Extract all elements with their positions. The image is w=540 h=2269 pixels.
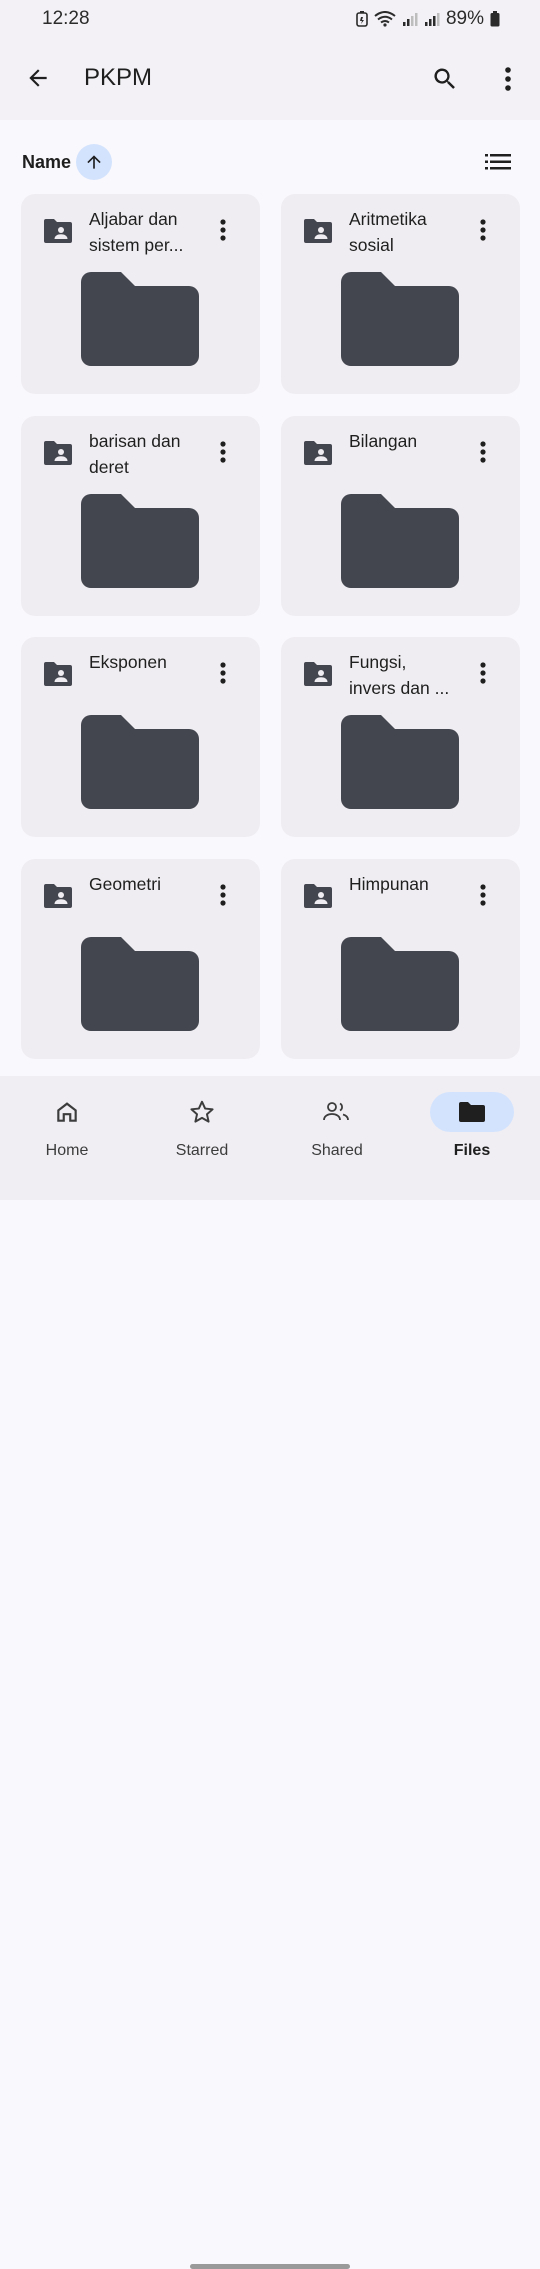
nav-home-label: Home bbox=[45, 1142, 89, 1159]
folder-name: Aritmetika sosial bbox=[349, 209, 427, 255]
gesture-handle bbox=[190, 2264, 350, 2269]
folder-name: Fungsi, invers dan ... bbox=[349, 652, 450, 698]
folder-thumbnail-icon bbox=[341, 272, 459, 366]
folder-thumbnail-icon bbox=[81, 715, 199, 809]
shared-folder-icon bbox=[44, 219, 72, 243]
arrow-up-icon bbox=[87, 155, 101, 169]
arrow-back-icon bbox=[29, 69, 47, 87]
star-icon bbox=[190, 1100, 214, 1123]
more-vert-icon bbox=[220, 219, 226, 241]
shared-folder-icon bbox=[304, 662, 332, 686]
more-vert-icon bbox=[220, 883, 226, 906]
shared-folder-icon bbox=[304, 219, 332, 243]
nav-files[interactable]: Files bbox=[412, 1092, 532, 1172]
folder-card[interactable]: Himpunan bbox=[281, 858, 520, 1059]
folder-card[interactable]: barisan dan deret bbox=[21, 415, 260, 616]
folder-thumbnail-icon bbox=[341, 936, 459, 1031]
back-button[interactable] bbox=[18, 58, 58, 98]
more-vert-icon bbox=[220, 440, 226, 463]
shared-folder-icon bbox=[304, 883, 332, 908]
more-options-button[interactable] bbox=[488, 58, 528, 100]
folder-more-button[interactable] bbox=[211, 659, 235, 687]
folder-name: Bilangan bbox=[349, 430, 418, 451]
folder-name: Aljabar dan sistem per... bbox=[89, 209, 184, 255]
nav-shared-label: Shared bbox=[311, 1142, 363, 1159]
shared-folder-icon bbox=[44, 883, 72, 908]
nav-starred[interactable]: Starred bbox=[142, 1092, 262, 1172]
search-button[interactable] bbox=[424, 58, 466, 100]
battery-saver-icon bbox=[356, 11, 368, 27]
folder-card[interactable]: Aritmetika sosial bbox=[281, 194, 520, 394]
sort-direction-button[interactable] bbox=[76, 144, 112, 180]
nav-starred-label: Starred bbox=[175, 1142, 229, 1159]
folder-thumbnail-icon bbox=[81, 272, 199, 366]
list-view-icon bbox=[485, 154, 511, 170]
folder-more-button[interactable] bbox=[211, 881, 235, 909]
status-bar: 12:28 89% bbox=[0, 0, 540, 40]
more-vert-icon bbox=[480, 219, 486, 241]
signal-icon-2 bbox=[424, 11, 440, 27]
folder-more-button[interactable] bbox=[471, 659, 495, 687]
sort-by-name-button[interactable]: Name bbox=[22, 152, 71, 173]
folder-thumbnail-icon bbox=[81, 936, 199, 1031]
people-icon bbox=[323, 1102, 349, 1121]
signal-icon-1 bbox=[402, 11, 418, 27]
folder-card[interactable]: Aljabar dan sistem per... bbox=[21, 194, 260, 394]
folder-more-button[interactable] bbox=[471, 881, 495, 909]
shared-folder-icon bbox=[44, 440, 72, 465]
folder-card[interactable]: Eksponen bbox=[21, 637, 260, 837]
folder-more-button[interactable] bbox=[211, 216, 235, 244]
bottom-navigation: Home Starred Shared Files bbox=[0, 1076, 540, 2269]
folder-more-button[interactable] bbox=[471, 438, 495, 466]
folder-card[interactable]: Bilangan bbox=[281, 415, 520, 616]
folder-icon bbox=[459, 1102, 485, 1122]
nav-shared[interactable]: Shared bbox=[277, 1092, 397, 1172]
shared-folder-icon bbox=[44, 662, 72, 686]
wifi-icon bbox=[374, 11, 396, 27]
list-view-button[interactable] bbox=[480, 144, 516, 180]
folder-card[interactable]: Geometri bbox=[21, 858, 260, 1059]
folder-card[interactable]: Fungsi, invers dan ... bbox=[281, 637, 520, 837]
status-time: 12:28 bbox=[42, 8, 90, 29]
top-app-bar: PKPM bbox=[0, 40, 540, 120]
status-icons: 89% bbox=[356, 8, 500, 30]
more-vert-icon bbox=[220, 662, 226, 684]
folder-name: Geometri bbox=[89, 873, 161, 894]
nav-home[interactable]: Home bbox=[7, 1092, 127, 1172]
more-vert-icon bbox=[505, 67, 511, 91]
folder-thumbnail-icon bbox=[341, 493, 459, 588]
more-vert-icon bbox=[480, 440, 486, 463]
nav-files-label: Files bbox=[453, 1142, 491, 1159]
folder-more-button[interactable] bbox=[471, 216, 495, 244]
page-title: PKPM bbox=[84, 64, 153, 91]
home-icon bbox=[57, 1102, 77, 1122]
shared-folder-icon bbox=[304, 440, 332, 465]
more-vert-icon bbox=[480, 883, 486, 906]
folder-more-button[interactable] bbox=[211, 438, 235, 466]
nav-files-active-pill bbox=[430, 1092, 514, 1132]
battery-icon bbox=[490, 11, 500, 27]
search-icon bbox=[434, 68, 455, 89]
folder-thumbnail-icon bbox=[81, 493, 199, 588]
folder-name: Eksponen bbox=[89, 652, 167, 672]
more-vert-icon bbox=[480, 662, 486, 684]
battery-percent: 89% bbox=[445, 8, 484, 29]
sort-row: Name bbox=[0, 130, 540, 190]
folder-name: Himpunan bbox=[349, 873, 429, 894]
folder-name: barisan dan deret bbox=[89, 430, 181, 477]
folder-thumbnail-icon bbox=[341, 715, 459, 809]
